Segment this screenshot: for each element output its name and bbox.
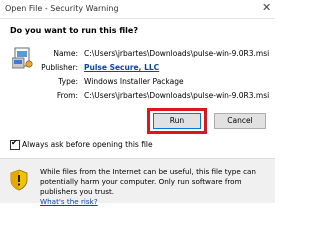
publisher-label: Publisher: (41, 63, 78, 72)
type-label: Type: (58, 77, 78, 86)
cancel-button[interactable]: Cancel (214, 113, 266, 129)
close-icon[interactable]: ✕ (262, 1, 271, 14)
info-text-block: While files from the Internet can be use… (40, 167, 270, 207)
checkmark-icon: ✔ (11, 138, 18, 147)
run-button[interactable]: Run (153, 113, 201, 129)
warning-shield-icon (10, 169, 28, 191)
publisher-link[interactable]: Pulse Secure, LLC (84, 63, 159, 72)
name-label: Name: (53, 49, 78, 58)
info-panel: While files from the Internet can be use… (0, 158, 275, 206)
from-value: C:\Users\jrbartes\Downloads\pulse-win-9.… (84, 91, 270, 100)
window-title: Open File - Security Warning (5, 4, 119, 13)
whats-the-risk-link[interactable]: What's the risk? (40, 197, 98, 206)
risk-description: While files from the Internet can be use… (40, 167, 256, 196)
name-value: C:\Users\jrbartes\Downloads\pulse-win-9.… (84, 49, 270, 58)
type-value: Windows Installer Package (84, 77, 184, 86)
always-ask-checkbox[interactable]: ✔ (10, 138, 20, 150)
title-bar: Open File - Security Warning ✕ (0, 0, 275, 19)
from-label: From: (56, 91, 78, 100)
always-ask-label[interactable]: Always ask before opening this file (22, 140, 153, 149)
dialog-question: Do you want to run this file? (10, 26, 138, 35)
